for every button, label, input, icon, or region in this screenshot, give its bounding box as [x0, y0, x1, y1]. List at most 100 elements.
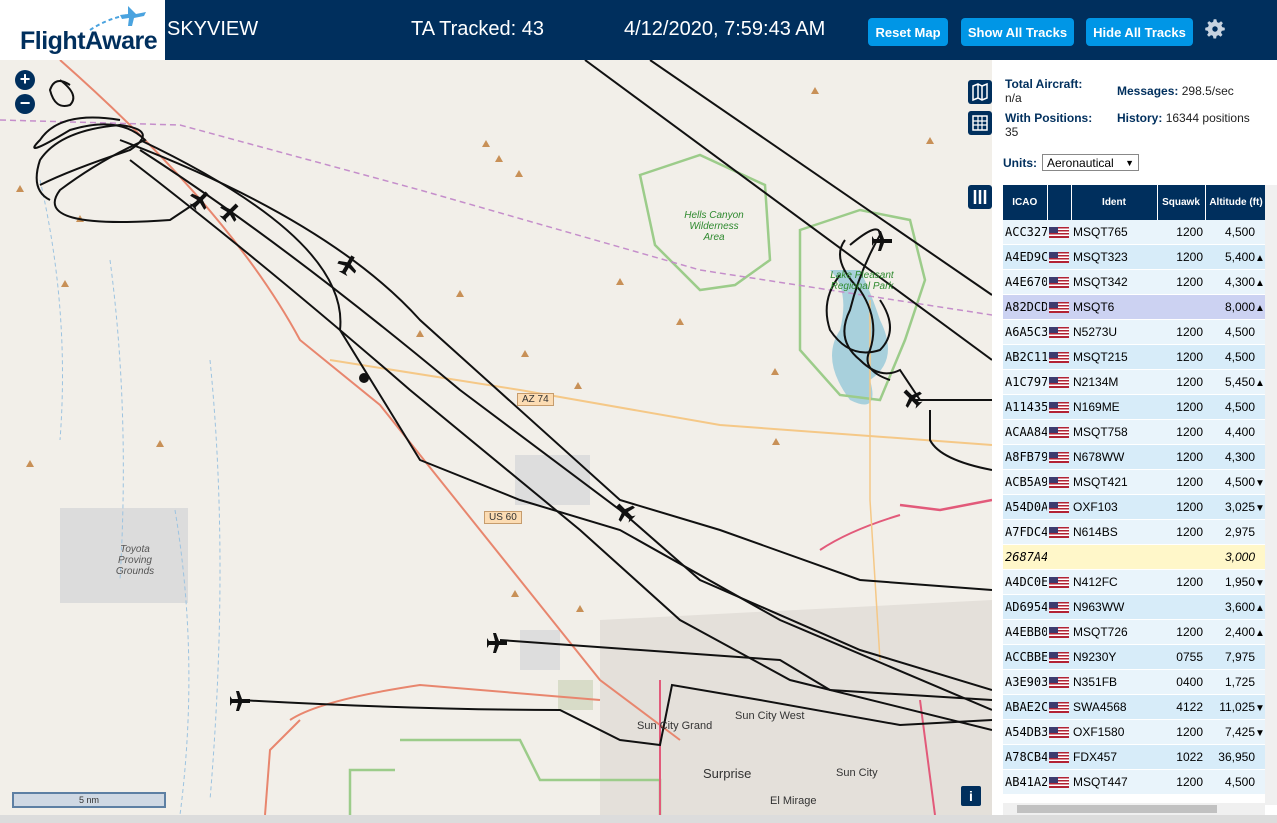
us-flag-icon [1049, 702, 1069, 714]
table-row[interactable]: ACCBBE N9230Y 0755 7,975 [1003, 644, 1267, 670]
columns-icon[interactable] [968, 185, 992, 209]
us-flag-icon [1049, 577, 1069, 589]
cell-icao: AB2C11 [1003, 344, 1047, 370]
urban-area [520, 630, 560, 670]
map-layers-icon[interactable] [968, 80, 992, 104]
el-mirage-label: El Mirage [770, 795, 817, 807]
table-row[interactable]: A6A5C3 N5273U 1200 4,500 [1003, 319, 1267, 345]
cell-ident: MSQT447 [1071, 769, 1157, 795]
table-row[interactable]: ACAA84 MSQT758 1200 4,400 [1003, 419, 1267, 445]
cell-squawk: 1200 [1157, 319, 1205, 345]
app-title: SKYVIEW [167, 18, 259, 40]
table-row[interactable]: A3E903 N351FB 0400 1,725 [1003, 669, 1267, 695]
show-all-tracks-button[interactable]: Show All Tracks [961, 18, 1074, 46]
table-row[interactable]: AB2C11 MSQT215 1200 4,500 [1003, 344, 1267, 370]
cell-ident: MSQT758 [1071, 419, 1157, 445]
cell-squawk [1157, 294, 1205, 320]
cell-ident: OXF1580 [1071, 719, 1157, 745]
cell-squawk: 1022 [1157, 744, 1205, 770]
cell-ident: N678WW [1071, 444, 1157, 470]
table-row[interactable]: A82DCD MSQT6 8,000▲ [1003, 294, 1267, 320]
park-boundary [348, 768, 395, 815]
table-row[interactable]: A54DB3 OXF1580 1200 7,425▼ [1003, 719, 1267, 745]
table-row[interactable]: A8FB79 N678WW 1200 4,300 [1003, 444, 1267, 470]
table-row[interactable]: A4E670 MSQT342 1200 4,300▲ [1003, 269, 1267, 295]
table-row[interactable]: AD6954 N963WW 3,600▲ [1003, 594, 1267, 620]
us-flag-icon [1049, 602, 1069, 614]
table-row[interactable]: A11435 N169ME 1200 4,500 [1003, 394, 1267, 420]
cell-flag [1047, 419, 1071, 445]
cell-altitude: 4,500 [1205, 769, 1267, 795]
table-row[interactable]: 2687A4 3,000 [1003, 544, 1267, 570]
column-header-ident[interactable]: Ident [1071, 185, 1158, 220]
scrollbar-thumb[interactable] [1017, 805, 1217, 813]
hide-all-tracks-button[interactable]: Hide All Tracks [1086, 18, 1193, 46]
total-aircraft-value: n/a [1005, 91, 1022, 105]
map-canvas[interactable] [0, 60, 992, 815]
cell-flag [1047, 669, 1071, 695]
cell-icao: A8FB79 [1003, 444, 1047, 470]
tracked-count: TA Tracked: 43 [411, 18, 545, 40]
column-header-squawk[interactable]: Squawk [1157, 185, 1206, 220]
table-row[interactable]: A4DC0E N412FC 1200 1,950▼ [1003, 569, 1267, 595]
us-flag-icon [1049, 627, 1069, 639]
table-row[interactable]: A78CB4 FDX457 1022 36,950 [1003, 744, 1267, 770]
altitude-trend-icon: ▼ [1255, 503, 1265, 514]
table-row[interactable]: A1C797 N2134M 1200 5,450▲ [1003, 369, 1267, 395]
settings-gear-icon[interactable] [1202, 16, 1228, 42]
cell-flag [1047, 369, 1071, 395]
altitude-value: 7,975 [1224, 650, 1255, 664]
table-row[interactable]: A54D0A OXF103 1200 3,025▼ [1003, 494, 1267, 520]
altitude-trend-icon: ▼ [1255, 728, 1265, 739]
cell-ident: N2134M [1071, 369, 1157, 395]
cell-squawk: 1200 [1157, 244, 1205, 270]
table-row[interactable]: A4ED9C MSQT323 1200 5,400▲ [1003, 244, 1267, 270]
cell-icao: A3E903 [1003, 669, 1047, 695]
map-view[interactable]: + − Hells Canyon Wilderness Area Lake Pl… [0, 60, 992, 815]
us-60-road [59, 60, 681, 741]
altitude-value: 1,950 [1224, 575, 1255, 589]
cell-flag [1047, 519, 1071, 545]
cell-flag [1047, 244, 1071, 270]
table-row[interactable]: A4EBB0 MSQT726 1200 2,400▲ [1003, 619, 1267, 645]
cell-ident: MSQT726 [1071, 619, 1157, 645]
table-row[interactable]: A7FDC4 N614BS 1200 2,975 [1003, 519, 1267, 545]
table-row[interactable]: ACB5A9 MSQT421 1200 4,500▼ [1003, 469, 1267, 495]
cell-altitude: 1,950▼ [1205, 569, 1267, 595]
cell-altitude: 5,400▲ [1205, 244, 1267, 270]
cell-ident: MSQT215 [1071, 344, 1157, 370]
cell-squawk: 1200 [1157, 369, 1205, 395]
table-row[interactable]: AB41A2 MSQT447 1200 4,500 [1003, 769, 1267, 795]
flightaware-logo[interactable]: FlightAware [0, 0, 165, 60]
zoom-out-button[interactable]: − [15, 94, 35, 114]
table-row[interactable]: ACC327 MSQT765 1200 4,500 [1003, 220, 1267, 245]
zoom-in-button[interactable]: + [15, 70, 35, 90]
cell-icao: 2687A4 [1003, 544, 1047, 570]
total-aircraft-stat: Total Aircraft: n/a [1005, 77, 1110, 105]
cell-flag [1047, 220, 1071, 245]
table-row[interactable]: ABAE2C SWA4568 4122 11,025▼ [1003, 694, 1267, 720]
reset-map-button[interactable]: Reset Map [868, 18, 948, 46]
units-select[interactable]: Aeronautical ▼ [1042, 154, 1139, 171]
info-button[interactable]: i [961, 786, 981, 806]
cell-flag [1047, 269, 1071, 295]
cell-icao: ACC327 [1003, 220, 1047, 245]
column-header-icao[interactable]: ICAO [1003, 185, 1048, 220]
hells-canyon-label: Hells Canyon Wilderness Area [684, 210, 744, 243]
us-flag-icon [1049, 252, 1069, 264]
cell-altitude: 4,400 [1205, 419, 1267, 445]
table-horizontal-scrollbar[interactable] [1003, 803, 1265, 815]
cell-ident: N351FB [1071, 669, 1157, 695]
column-header-altitude[interactable]: Altitude (ft) [1205, 185, 1268, 220]
grid-icon[interactable] [968, 111, 992, 135]
altitude-value: 4,300 [1224, 275, 1255, 289]
sun-city-label: Sun City [836, 767, 878, 779]
cell-altitude: 4,300 [1205, 444, 1267, 470]
column-header-flag[interactable] [1047, 185, 1072, 220]
cell-icao: A54DB3 [1003, 719, 1047, 745]
table-vertical-scrollbar[interactable] [1265, 185, 1277, 805]
cell-icao: ABAE2C [1003, 694, 1047, 720]
cell-squawk: 1200 [1157, 719, 1205, 745]
cell-icao: ACCBBE [1003, 644, 1047, 670]
altitude-value: 36,950 [1218, 750, 1255, 764]
